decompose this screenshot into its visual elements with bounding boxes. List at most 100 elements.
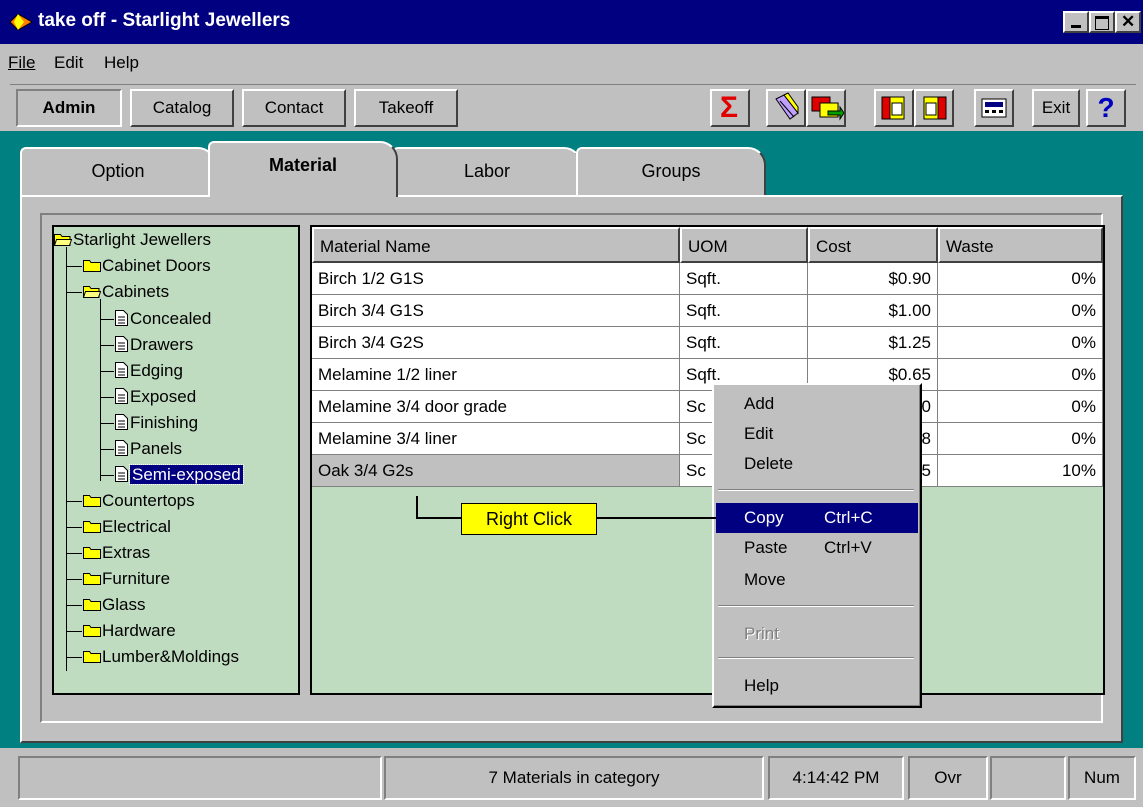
tree-label: Panels xyxy=(130,439,182,458)
book-back-button[interactable] xyxy=(914,89,954,127)
tree-label: Glass xyxy=(102,595,146,614)
folder-icon xyxy=(83,541,101,559)
cell-waste: 0% xyxy=(938,359,1103,391)
document-icon xyxy=(115,386,128,404)
tree-label: Drawers xyxy=(130,335,194,354)
tree-connector xyxy=(66,501,82,502)
menu-separator xyxy=(718,605,914,607)
admin-button[interactable]: Admin xyxy=(16,89,122,127)
column-header-uom[interactable]: UOM xyxy=(680,227,808,263)
callout-connector xyxy=(416,496,418,518)
tree-node-electrical[interactable]: Electrical xyxy=(66,514,171,540)
column-header-cost[interactable]: Cost xyxy=(808,227,938,263)
menu-item-add[interactable]: Add xyxy=(716,389,918,419)
document-icon xyxy=(115,308,128,326)
book-back-icon xyxy=(923,96,947,120)
tab-material[interactable]: Material xyxy=(208,141,398,197)
folder-icon xyxy=(83,593,101,611)
app-icon xyxy=(10,13,32,31)
edit-tool-button[interactable] xyxy=(766,89,806,127)
cell-waste: 10% xyxy=(938,455,1103,487)
book-forward-icon xyxy=(881,96,905,120)
column-header-material-name[interactable]: Material Name xyxy=(312,227,680,263)
menu-edit[interactable]: Edit xyxy=(54,53,83,73)
tree-node-extras[interactable]: Extras xyxy=(66,540,150,566)
tree-label-selected: Semi-exposed xyxy=(129,464,244,485)
pencil-eraser-icon xyxy=(775,92,799,120)
cell-waste: 0% xyxy=(938,263,1103,295)
document-icon xyxy=(115,438,128,456)
contact-button[interactable]: Contact xyxy=(242,89,346,127)
cell-cost: $1.00 xyxy=(808,295,938,327)
material-panel: Starlight Jewellers Cabinet Doors Cabine… xyxy=(40,213,1105,723)
menu-item-delete[interactable]: Delete xyxy=(716,449,918,479)
minimize-button[interactable] xyxy=(1063,11,1089,33)
document-icon xyxy=(115,412,128,430)
tree-node-furniture[interactable]: Furniture xyxy=(66,566,170,592)
status-num-lock: Num xyxy=(1068,756,1136,800)
menu-help[interactable]: Help xyxy=(104,53,139,73)
menu-item-shortcut: Ctrl+V xyxy=(824,538,872,557)
tree-label: Furniture xyxy=(102,569,171,588)
menu-item-shortcut: Ctrl+C xyxy=(824,508,873,527)
folder-icon xyxy=(83,489,101,507)
tree-node-cabinets[interactable]: Cabinets xyxy=(66,279,169,305)
material-tab-panel: Starlight Jewellers Cabinet Doors Cabine… xyxy=(20,195,1123,743)
menu-item-help[interactable]: Help xyxy=(716,671,918,701)
tree-node-edging[interactable]: Edging xyxy=(100,358,183,384)
cell-material-name: Oak 3/4 G2s xyxy=(312,455,680,487)
title-bar[interactable]: take off - Starlight Jewellers ✕ xyxy=(0,0,1143,44)
tab-groups[interactable]: Groups xyxy=(576,147,766,195)
menu-file[interactable]: File xyxy=(8,53,35,73)
column-header-waste[interactable]: Waste xyxy=(938,227,1103,263)
swap-icon xyxy=(811,96,844,121)
tree-connector xyxy=(100,319,114,320)
help-button[interactable]: ? xyxy=(1086,89,1126,127)
sigma-button[interactable]: Σ xyxy=(710,89,750,127)
takeoff-button[interactable]: Takeoff xyxy=(354,89,458,127)
tab-option[interactable]: Option xyxy=(20,147,216,195)
tree-node-glass[interactable]: Glass xyxy=(66,592,145,618)
tree-label: Electrical xyxy=(102,517,171,536)
menu-item-label: Move xyxy=(744,570,786,589)
calculator-button[interactable] xyxy=(974,89,1014,127)
cell-material-name: Melamine 3/4 liner xyxy=(312,423,680,455)
tree-node-finishing[interactable]: Finishing xyxy=(100,410,198,436)
menu-item-move[interactable]: Move xyxy=(716,565,918,595)
tree-node-countertops[interactable]: Countertops xyxy=(66,488,195,514)
menu-item-paste[interactable]: Paste Ctrl+V xyxy=(716,533,918,563)
book-forward-button[interactable] xyxy=(874,89,914,127)
status-panel-empty xyxy=(18,756,382,800)
folder-icon xyxy=(83,567,101,585)
menu-separator xyxy=(718,489,914,491)
tree-node-hardware[interactable]: Hardware xyxy=(66,618,176,644)
menu-item-label: Paste xyxy=(744,538,788,557)
tab-labor[interactable]: Labor xyxy=(392,147,582,195)
category-tree[interactable]: Starlight Jewellers Cabinet Doors Cabine… xyxy=(52,225,300,695)
tree-node-concealed[interactable]: Concealed xyxy=(100,306,211,332)
menu-separator xyxy=(718,657,914,659)
tree-node-exposed[interactable]: Exposed xyxy=(100,384,196,410)
tree-node-drawers[interactable]: Drawers xyxy=(100,332,193,358)
tree-node-root[interactable]: Starlight Jewellers xyxy=(53,227,211,253)
tree-connector xyxy=(66,605,82,606)
catalog-button[interactable]: Catalog xyxy=(130,89,234,127)
menu-item-label: Print xyxy=(744,624,779,643)
tree-label: Finishing xyxy=(130,413,199,432)
menu-bar: File Edit Help xyxy=(0,44,1143,80)
folder-open-icon xyxy=(53,228,73,246)
menu-item-edit[interactable]: Edit xyxy=(716,419,918,449)
menu-item-copy[interactable]: Copy Ctrl+C xyxy=(716,503,918,533)
tree-node-panels[interactable]: Panels xyxy=(100,436,182,462)
maximize-button[interactable] xyxy=(1089,11,1115,33)
exit-button[interactable]: Exit xyxy=(1032,89,1080,127)
tree-node-cabinet-doors[interactable]: Cabinet Doors xyxy=(66,253,211,279)
tree-node-lumber-moldings[interactable]: Lumber&Moldings xyxy=(66,644,239,670)
tree-node-semi-exposed[interactable]: Semi-exposed xyxy=(100,462,244,488)
materials-table[interactable]: Material Name UOM Cost Waste Birch 1/2 G… xyxy=(310,225,1105,695)
work-area: Option Material Labor Groups Starlight J… xyxy=(0,131,1143,748)
tree-label: Cabinets xyxy=(102,282,170,301)
swap-button[interactable] xyxy=(806,89,846,127)
tree-label: Edging xyxy=(130,361,183,380)
close-button[interactable]: ✕ xyxy=(1115,11,1141,33)
